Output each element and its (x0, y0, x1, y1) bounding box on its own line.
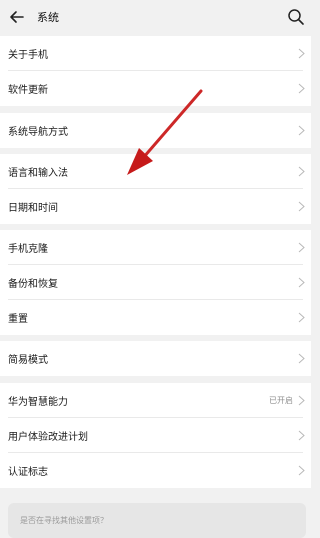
settings-group-backup: 手机克隆 备份和恢复 重置 (0, 230, 311, 335)
settings-item-huawei-intelligence[interactable]: 华为智慧能力 已开启 (0, 383, 311, 418)
suggestion-card[interactable]: 是否在寻找其他设置项？ (8, 503, 306, 538)
settings-item-simple-mode[interactable]: 简易模式 (0, 341, 311, 376)
chevron-right-icon (298, 166, 305, 177)
settings-item-label: 关于手机 (8, 50, 48, 61)
suggestion-text: 是否在寻找其他设置项？ (20, 516, 108, 525)
chevron-right-icon (298, 312, 305, 323)
page-title: 系统 (37, 11, 59, 24)
chevron-right-icon (298, 277, 305, 288)
chevron-right-icon (298, 430, 305, 441)
settings-item-label: 认证标志 (8, 467, 48, 478)
settings-item-software-update[interactable]: 软件更新 (0, 71, 311, 106)
chevron-right-icon (298, 353, 305, 364)
back-arrow-icon[interactable] (8, 8, 26, 26)
search-icon[interactable] (287, 8, 305, 26)
settings-item-backup-restore[interactable]: 备份和恢复 (0, 265, 311, 300)
status-label: 已开启 (269, 396, 293, 405)
settings-item-date-time[interactable]: 日期和时间 (0, 189, 311, 224)
settings-item-label: 软件更新 (8, 85, 48, 96)
settings-item-phone-clone[interactable]: 手机克隆 (0, 230, 311, 265)
settings-item-label: 日期和时间 (8, 203, 58, 214)
top-bar: 系统 (0, 0, 311, 36)
settings-item-label: 华为智慧能力 (8, 397, 68, 408)
chevron-right-icon (298, 83, 305, 94)
settings-item-label: 备份和恢复 (8, 279, 58, 290)
chevron-right-icon (298, 125, 305, 136)
settings-item-certification[interactable]: 认证标志 (0, 453, 311, 488)
chevron-right-icon (298, 465, 305, 476)
settings-group-navigation: 系统导航方式 (0, 113, 311, 148)
settings-item-label: 系统导航方式 (8, 127, 68, 138)
settings-item-label: 语言和输入法 (8, 168, 68, 179)
settings-item-user-experience[interactable]: 用户体验改进计划 (0, 418, 311, 453)
settings-item-label: 重置 (8, 314, 28, 325)
settings-item-label: 手机克隆 (8, 244, 48, 255)
settings-item-about-phone[interactable]: 关于手机 (0, 36, 311, 71)
settings-item-label: 用户体验改进计划 (8, 432, 88, 443)
settings-item-reset[interactable]: 重置 (0, 300, 311, 335)
settings-group-about: 关于手机 软件更新 (0, 36, 311, 106)
chevron-right-icon (298, 48, 305, 59)
settings-group-language-time: 语言和输入法 日期和时间 (0, 154, 311, 224)
chevron-right-icon (298, 201, 305, 212)
settings-group-simple-mode: 简易模式 (0, 341, 311, 376)
settings-group-huawei: 华为智慧能力 已开启 用户体验改进计划 认证标志 (0, 383, 311, 488)
chevron-right-icon (298, 242, 305, 253)
chevron-right-icon (298, 395, 305, 406)
settings-item-label: 简易模式 (8, 355, 48, 366)
settings-item-system-navigation[interactable]: 系统导航方式 (0, 113, 311, 148)
settings-item-language-input[interactable]: 语言和输入法 (0, 154, 311, 189)
